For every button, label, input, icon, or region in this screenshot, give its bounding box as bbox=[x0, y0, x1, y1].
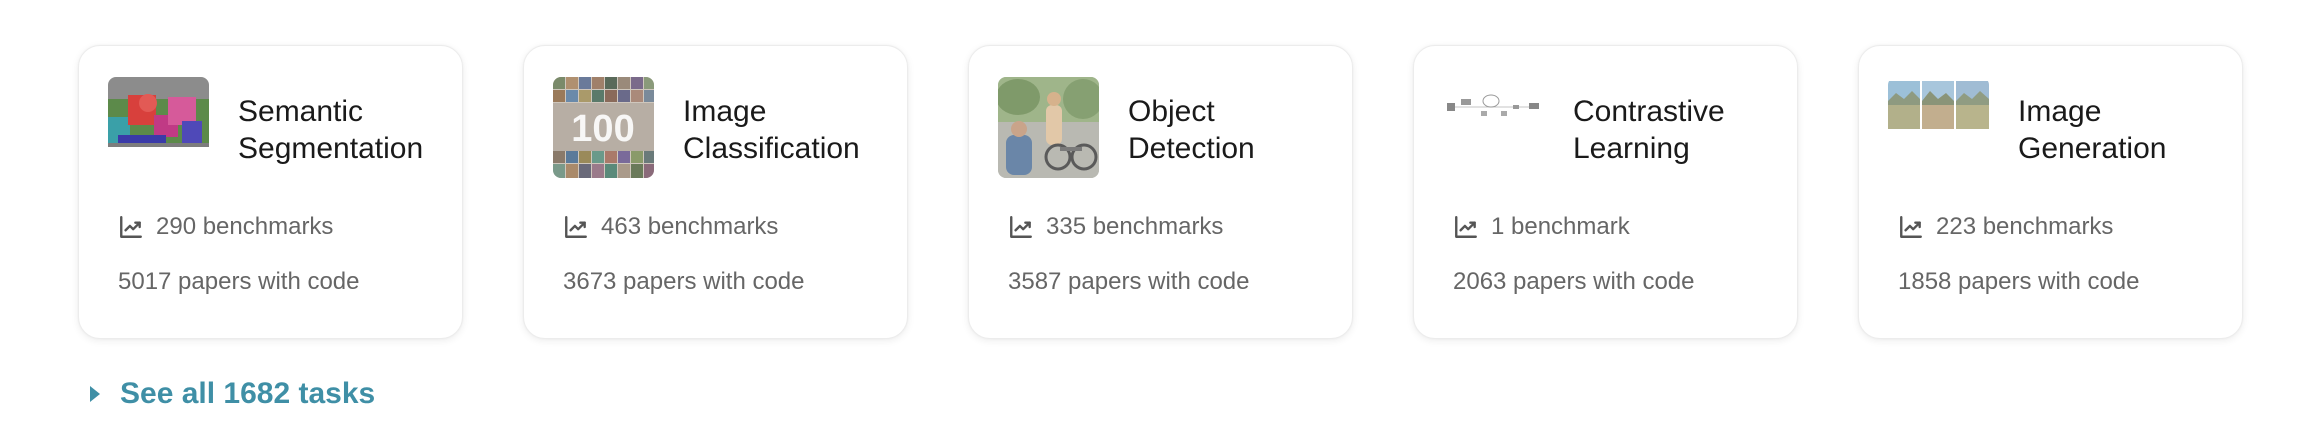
task-cards-row: Semantic Segmentation 290 benchmarks 501… bbox=[78, 45, 2243, 339]
chart-line-icon bbox=[1900, 216, 1922, 238]
chart-line-icon bbox=[1010, 216, 1032, 238]
see-all-tasks-link[interactable]: See all 1682 tasks bbox=[88, 377, 375, 411]
task-title[interactable]: Semantic Segmentation bbox=[238, 93, 448, 167]
see-all-tasks-label[interactable]: See all 1682 tasks bbox=[120, 377, 375, 411]
benchmarks-count: 463 benchmarks bbox=[563, 213, 778, 241]
papers-count: 3587 papers with code bbox=[1008, 268, 1250, 295]
papers-count: 5017 papers with code bbox=[118, 268, 360, 295]
image-classification-thumbnail: 100 bbox=[553, 77, 654, 178]
task-card-image-generation[interactable]: Image Generation 223 benchmarks 1858 pap… bbox=[1858, 45, 2243, 339]
chart-line-icon bbox=[120, 216, 142, 238]
papers-count: 2063 papers with code bbox=[1453, 268, 1695, 295]
task-card-contrastive-learning[interactable]: Contrastive Learning 1 benchmark 2063 pa… bbox=[1413, 45, 1798, 339]
benchmarks-count: 290 benchmarks bbox=[118, 213, 333, 241]
image-generation-thumbnail bbox=[1888, 77, 1989, 178]
papers-count: 1858 papers with code bbox=[1898, 268, 2140, 295]
task-title[interactable]: Image Generation bbox=[2018, 93, 2228, 167]
benchmarks-count: 223 benchmarks bbox=[1898, 213, 2113, 241]
task-card-semantic-segmentation[interactable]: Semantic Segmentation 290 benchmarks 501… bbox=[78, 45, 463, 339]
chart-line-icon bbox=[1455, 216, 1477, 238]
contrastive-learning-thumbnail bbox=[1443, 77, 1544, 178]
papers-count: 3673 papers with code bbox=[563, 268, 805, 295]
task-card-image-classification[interactable]: 100 Image Classification 463 benchmarks … bbox=[523, 45, 908, 339]
benchmarks-count: 1 benchmark bbox=[1453, 213, 1630, 241]
object-detection-thumbnail bbox=[998, 77, 1099, 178]
task-card-object-detection[interactable]: Object Detection 335 benchmarks 3587 pap… bbox=[968, 45, 1353, 339]
caret-right-icon bbox=[90, 386, 100, 402]
task-title[interactable]: Object Detection bbox=[1128, 93, 1338, 167]
benchmarks-count: 335 benchmarks bbox=[1008, 213, 1223, 241]
svg-text:100: 100 bbox=[571, 108, 634, 150]
chart-line-icon bbox=[565, 216, 587, 238]
task-title[interactable]: Contrastive Learning bbox=[1573, 93, 1783, 167]
task-title[interactable]: Image Classification bbox=[683, 93, 893, 167]
semantic-segmentation-thumbnail bbox=[108, 77, 209, 178]
